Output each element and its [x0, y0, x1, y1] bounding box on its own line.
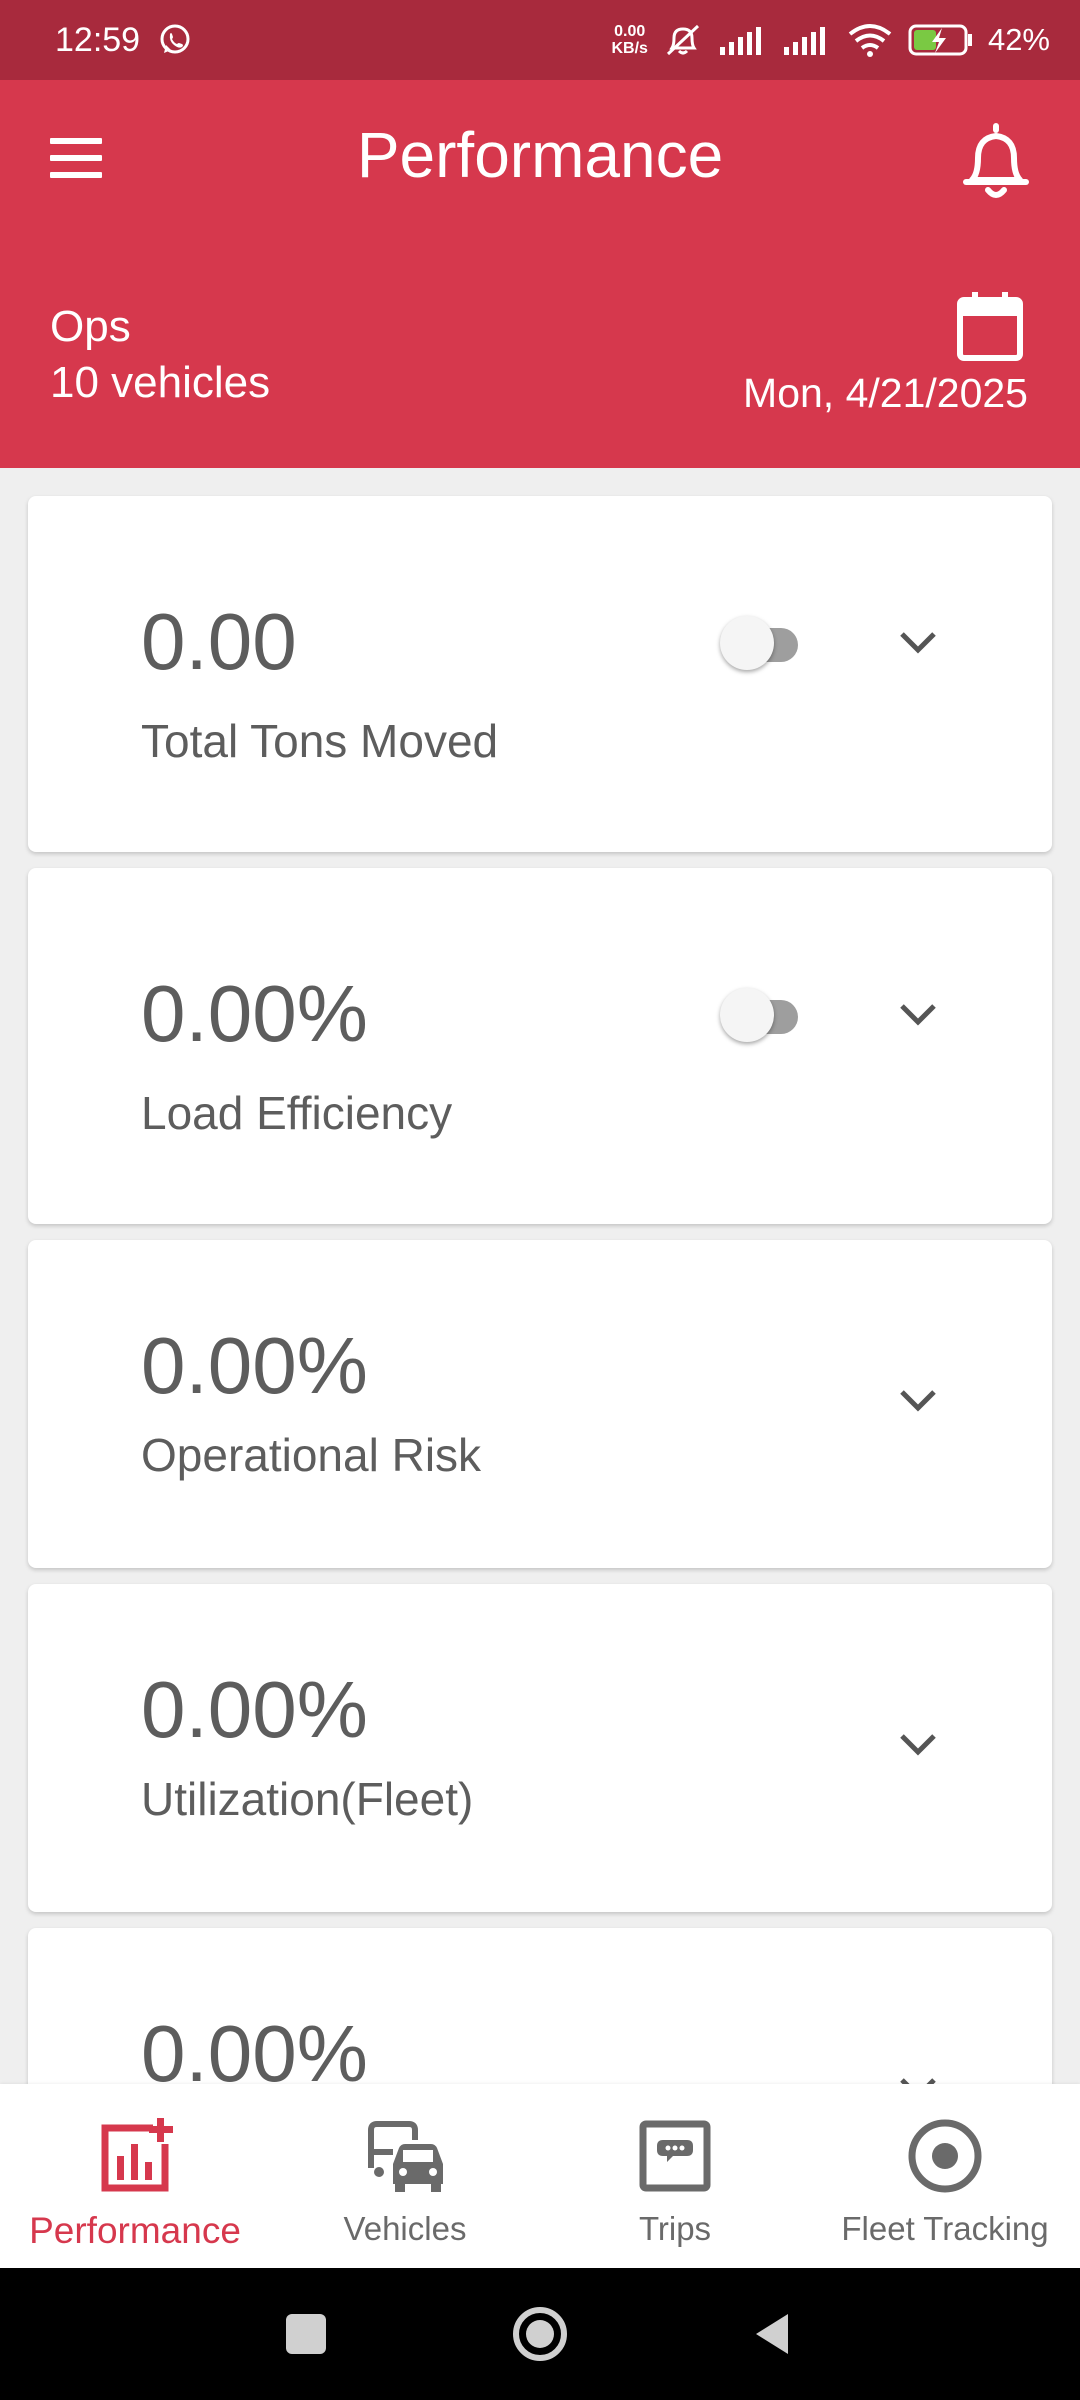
toggle-thumb: [720, 616, 774, 670]
metric-card-operational-risk[interactable]: 0.00% Operational Risk: [28, 1240, 1052, 1568]
metric-label: Total Tons Moved: [141, 715, 499, 767]
chevron-down-icon[interactable]: [890, 1380, 946, 1420]
fleet-tracking-icon: [903, 2114, 987, 2198]
status-time: 12:59: [55, 20, 141, 59]
metrics-list: 0.00 Total Tons Moved 0.00% Load Efficie…: [0, 468, 1080, 2084]
selected-date[interactable]: Mon, 4/21/2025: [743, 370, 1028, 417]
square-icon: [286, 2314, 326, 2354]
calendar-button[interactable]: [954, 290, 1026, 362]
metric-value: 0.00%: [141, 2009, 368, 2084]
home-button[interactable]: [508, 2302, 572, 2366]
status-bar: 12:59 0.00 KB/s 42%: [0, 0, 1080, 80]
performance-chart-icon: [93, 2114, 177, 2198]
group-name[interactable]: Ops: [50, 302, 131, 352]
nav-vehicles[interactable]: Vehicles: [270, 2084, 540, 2268]
nav-label: Vehicles: [343, 2210, 467, 2247]
app-root: 12:59 0.00 KB/s 42% Performance Ops 10 v…: [0, 0, 1080, 2400]
speed-value: 0.00: [614, 23, 646, 40]
network-speed: 0.00 KB/s: [612, 23, 648, 57]
trips-icon: [633, 2114, 717, 2198]
calendar-icon: [957, 292, 1023, 361]
metric-card-load-efficiency[interactable]: 0.00% Load Efficiency: [28, 868, 1052, 1224]
metric-label: Operational Risk: [141, 1429, 482, 1481]
chevron-down-icon[interactable]: [890, 622, 946, 662]
bottom-navigation: Performance Vehicles Trips Fleet Trackin…: [0, 2084, 1080, 2268]
metric-card-utilization-fleet[interactable]: 0.00% Utilization(Fleet): [28, 1584, 1052, 1912]
system-navigation-bar: [0, 2268, 1080, 2400]
bell-icon: [963, 123, 1029, 198]
nav-label: Fleet Tracking: [841, 2210, 1049, 2247]
speed-unit: KB/s: [611, 40, 648, 57]
nav-fleet-tracking[interactable]: Fleet Tracking: [810, 2084, 1080, 2268]
nav-performance[interactable]: Performance: [0, 2084, 270, 2268]
metric-toggle[interactable]: [696, 986, 812, 1042]
metric-value: 0.00%: [141, 1321, 368, 1410]
battery-charging-icon: [908, 23, 974, 57]
metric-value: 0.00%: [141, 969, 368, 1058]
chevron-down-icon[interactable]: [890, 2068, 946, 2084]
metric-card-total-tons[interactable]: 0.00 Total Tons Moved: [28, 496, 1052, 852]
nav-label: Performance: [29, 2210, 241, 2251]
recents-button[interactable]: [274, 2302, 338, 2366]
home-circle-icon: [513, 2307, 567, 2361]
vehicle-count[interactable]: 10 vehicles: [50, 358, 270, 408]
vehicles-icon: [363, 2114, 447, 2198]
battery-percent: 42%: [987, 22, 1050, 57]
chevron-down-icon[interactable]: [890, 994, 946, 1034]
page-title: Performance: [356, 119, 724, 191]
metric-label: Load Efficiency: [141, 1087, 453, 1139]
metric-card-partial[interactable]: 0.00%: [28, 1928, 1052, 2084]
signal-icon: [718, 25, 768, 55]
metric-label: Utilization(Fleet): [141, 1773, 474, 1825]
back-triangle-icon: [756, 2314, 788, 2354]
whatsapp-icon: [158, 23, 192, 57]
signal-icon-2: [782, 25, 832, 55]
app-header: Performance Ops 10 vehicles Mon, 4/21/20…: [0, 80, 1080, 468]
wifi-icon: [846, 22, 894, 58]
toggle-thumb: [720, 988, 774, 1042]
chevron-down-icon[interactable]: [890, 1724, 946, 1764]
alarm-muted-icon: [662, 22, 704, 58]
back-button[interactable]: [740, 2302, 804, 2366]
metric-value: 0.00: [141, 597, 297, 686]
nav-label: Trips: [638, 2210, 712, 2247]
nav-trips[interactable]: Trips: [540, 2084, 810, 2268]
metric-value: 0.00%: [141, 1665, 368, 1754]
notifications-button[interactable]: [958, 122, 1034, 202]
metric-toggle[interactable]: [696, 614, 812, 670]
